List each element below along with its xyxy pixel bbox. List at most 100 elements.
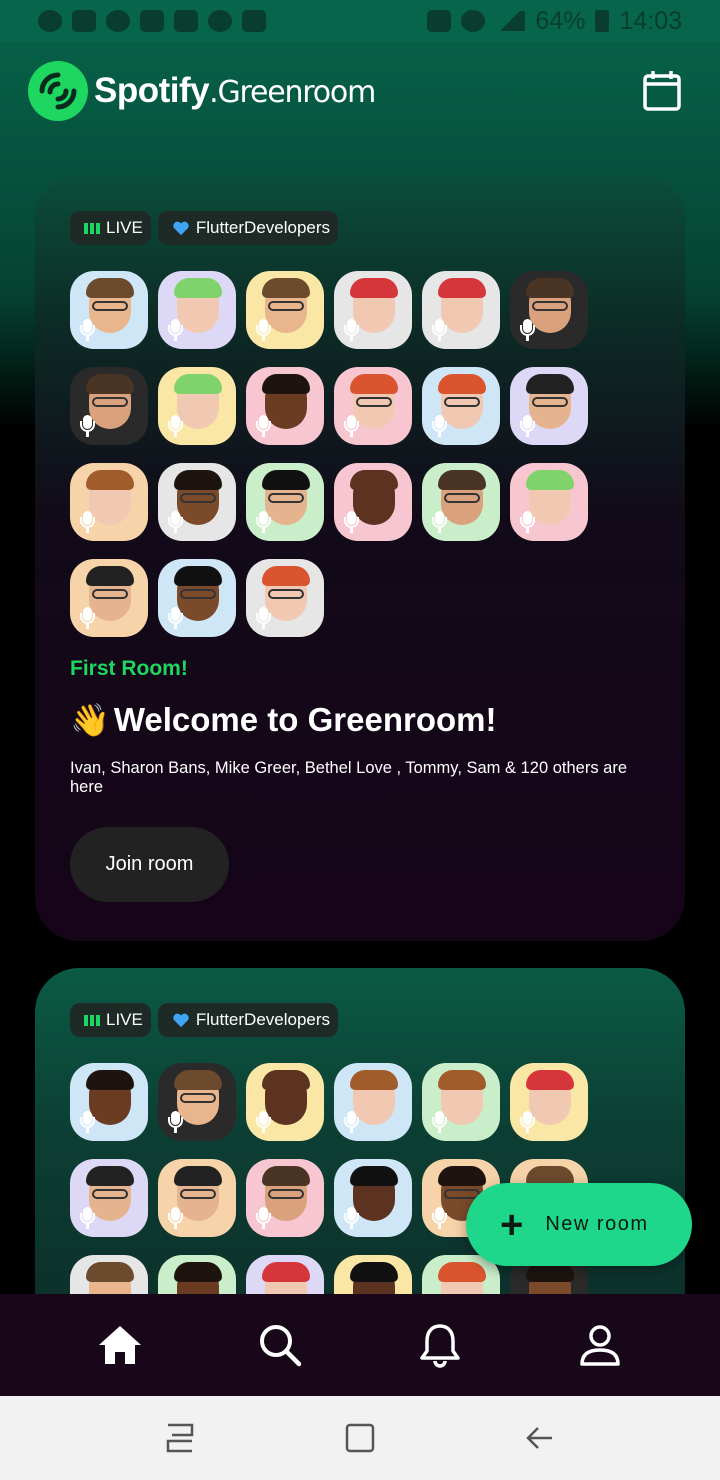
avatar-hair <box>174 374 222 394</box>
room-title: 👋 Welcome to Greenroom! <box>70 701 496 739</box>
speaker-avatar[interactable] <box>334 271 412 349</box>
microphone-icon <box>344 1111 359 1133</box>
speaker-avatar[interactable] <box>158 1063 236 1141</box>
avatar-glasses <box>444 493 480 503</box>
live-tag: LIVE <box>70 1003 151 1037</box>
avatar-hair <box>174 278 222 298</box>
nav-profile[interactable] <box>570 1315 630 1375</box>
avatar-hair <box>174 470 222 490</box>
status-bar: 64% 14:03 <box>0 0 720 42</box>
new-room-button[interactable]: + New room <box>466 1183 692 1266</box>
speaker-avatar[interactable] <box>334 463 412 541</box>
avatar-hair <box>438 1070 486 1090</box>
speaker-avatar[interactable] <box>422 463 500 541</box>
speaker-avatar[interactable] <box>70 271 148 349</box>
brand-bold: Spotify <box>94 71 210 110</box>
speaker-avatar[interactable] <box>510 463 588 541</box>
avatar-hair <box>262 374 310 394</box>
speaker-avatar[interactable] <box>158 463 236 541</box>
microphone-icon <box>80 415 95 437</box>
live-bars-icon <box>84 222 100 234</box>
avatar-hair <box>438 470 486 490</box>
speaker-avatar[interactable] <box>510 367 588 445</box>
home-square-icon <box>345 1423 375 1453</box>
nav-notifications[interactable] <box>410 1315 470 1375</box>
microphone-icon <box>520 511 535 533</box>
speaker-avatar[interactable] <box>246 271 324 349</box>
bottom-navigation <box>0 1294 720 1396</box>
clock: 14:03 <box>619 6 682 35</box>
nav-home[interactable] <box>90 1315 150 1375</box>
notification-icons <box>38 10 266 32</box>
speaker-avatar[interactable] <box>334 1063 412 1141</box>
speaker-avatar[interactable] <box>70 1159 148 1237</box>
avatar-glasses <box>180 1093 216 1103</box>
avatar-hair <box>262 470 310 490</box>
speaker-avatar[interactable] <box>158 1159 236 1237</box>
speaker-avatar[interactable] <box>334 367 412 445</box>
avatar-glasses <box>268 589 304 599</box>
speaker-avatar[interactable] <box>334 1159 412 1237</box>
microphone-icon <box>80 1111 95 1133</box>
home-icon <box>99 1326 141 1364</box>
microphone-icon <box>432 415 447 437</box>
club-tag[interactable]: FlutterDevelopers <box>157 211 339 245</box>
avatar-glasses <box>92 1189 128 1199</box>
speaker-avatar[interactable] <box>158 271 236 349</box>
speaker-avatar[interactable] <box>510 1063 588 1141</box>
speaker-avatar[interactable] <box>422 367 500 445</box>
speaker-avatar[interactable] <box>70 463 148 541</box>
avatar-hair <box>350 374 398 394</box>
avatar-hair <box>438 1262 486 1282</box>
avatar-hair <box>262 566 310 586</box>
speaker-avatar[interactable] <box>70 367 148 445</box>
back-button[interactable] <box>520 1418 560 1458</box>
calendar-button[interactable] <box>642 70 682 112</box>
speaker-avatar[interactable] <box>246 559 324 637</box>
room-card[interactable]: LIVE FlutterDevelopers First Room! 👋 Wel… <box>35 176 685 941</box>
blue-heart-icon <box>173 1013 189 1027</box>
microphone-icon <box>168 511 183 533</box>
speaker-avatar[interactable] <box>246 367 324 445</box>
speaker-avatar[interactable] <box>246 1063 324 1141</box>
join-room-button[interactable]: Join room <box>70 827 229 902</box>
speaker-grid <box>70 271 588 637</box>
club-label: FlutterDevelopers <box>195 1010 331 1029</box>
avatar-hair <box>350 1262 398 1282</box>
microphone-icon <box>344 415 359 437</box>
speaker-avatar[interactable] <box>510 271 588 349</box>
speaker-avatar[interactable] <box>246 1159 324 1237</box>
greenroom-logo-icon <box>28 61 88 121</box>
live-label: LIVE <box>106 1010 143 1029</box>
speaker-avatar[interactable] <box>158 367 236 445</box>
room-tags: LIVE FlutterDevelopers <box>70 211 339 245</box>
avatar-hair <box>174 1070 222 1090</box>
bell-icon <box>420 1324 460 1368</box>
avatar-hair <box>438 374 486 394</box>
microphone-icon <box>168 1207 183 1229</box>
speaker-avatar[interactable] <box>70 1063 148 1141</box>
live-tag: LIVE <box>70 211 151 245</box>
recent-apps-button[interactable] <box>160 1418 200 1458</box>
home-square-button[interactable] <box>340 1418 380 1458</box>
live-label: LIVE <box>106 218 143 237</box>
nav-search[interactable] <box>250 1315 310 1375</box>
avatar-hair <box>86 1262 134 1282</box>
microphone-icon <box>432 511 447 533</box>
club-tag[interactable]: FlutterDevelopers <box>157 1003 339 1037</box>
avatar-glasses <box>268 1189 304 1199</box>
avatar-hair <box>86 566 134 586</box>
speaker-avatar[interactable] <box>158 559 236 637</box>
microphone-icon <box>168 415 183 437</box>
speaker-avatar[interactable] <box>246 463 324 541</box>
system-status: 64% 14:03 <box>427 7 682 36</box>
avatar-glasses <box>268 301 304 311</box>
avatar-glasses <box>92 301 128 311</box>
speaker-avatar[interactable] <box>422 1063 500 1141</box>
speaker-avatar[interactable] <box>70 559 148 637</box>
avatar-hair <box>526 470 574 490</box>
speaker-avatar[interactable] <box>422 271 500 349</box>
avatar-hair <box>174 1262 222 1282</box>
system-navigation-bar <box>0 1396 720 1480</box>
microphone-icon <box>256 607 271 629</box>
